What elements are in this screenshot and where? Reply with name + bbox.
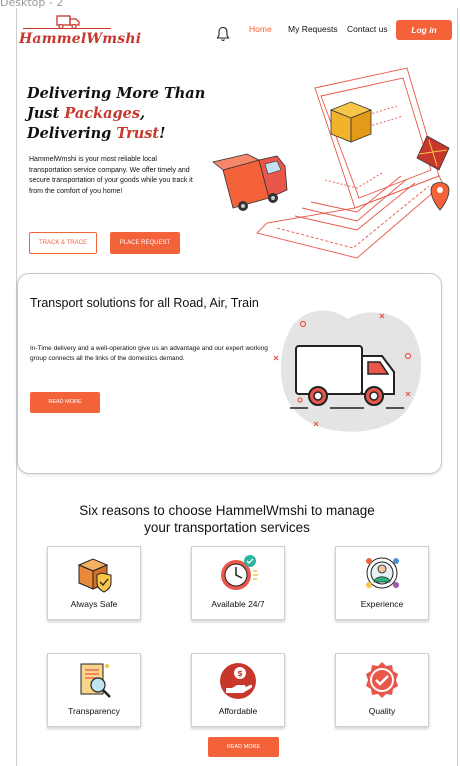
landing-page: HammelWmshi Home My Requests Contact us … [16, 8, 458, 766]
reason-label: Always Safe [70, 599, 118, 609]
transport-title: Transport solutions for all Road, Air, T… [30, 296, 259, 310]
nav-contact-us[interactable]: Contact us [347, 24, 388, 34]
hero-title-excl: ! [159, 125, 166, 142]
badge-check-icon [366, 662, 398, 698]
hero-title-packages: Packages [64, 105, 141, 122]
hero-title-trust: Trust [116, 125, 160, 142]
transport-read-more-button[interactable]: READ MORE [30, 392, 100, 413]
reason-label: Transparency [68, 706, 120, 716]
reason-card-experience[interactable]: Experience [335, 546, 429, 620]
track-trace-button[interactable]: TRACK & TRACE [29, 232, 97, 254]
reason-label: Experience [360, 599, 404, 609]
reason-card-available-24-7[interactable]: Available 24/7 [191, 546, 285, 620]
document-magnifier-icon [80, 663, 111, 698]
hero-title-line1: Delivering More Than [27, 85, 206, 102]
logo[interactable]: HammelWmshi [19, 14, 141, 48]
location-pin-icon [430, 182, 450, 211]
logo-underline [23, 28, 111, 29]
logo-text: HammelWmshi [19, 31, 142, 47]
transport-solutions-card: Transport solutions for all Road, Air, T… [17, 273, 442, 474]
clock-icon [221, 555, 258, 590]
box-shield-icon [77, 558, 112, 593]
person-network-icon [366, 557, 399, 589]
hero-title: Delivering More Than Just Packages, Deli… [27, 84, 217, 144]
svg-text:$: $ [237, 669, 243, 678]
reason-card-quality[interactable]: Quality [335, 653, 429, 727]
nav-my-requests[interactable]: My Requests [288, 24, 338, 34]
hero-title-just: Just [27, 105, 65, 122]
truck-illustration [273, 310, 422, 432]
login-button[interactable]: Log in [396, 20, 452, 40]
hero-title-delivering: Delivering [27, 125, 117, 142]
hero-title-comma: , [140, 105, 146, 122]
reason-card-affordable[interactable]: $ Affordable [191, 653, 285, 727]
reason-label: Affordable [218, 706, 258, 716]
bell-icon[interactable] [216, 26, 230, 42]
nav-home[interactable]: Home [249, 24, 272, 34]
reason-card-transparency[interactable]: Transparency [47, 653, 141, 727]
package-box-icon [329, 101, 373, 143]
reason-label: Quality [368, 706, 396, 716]
place-request-button[interactable]: PLACE REQUEST [110, 232, 180, 254]
hand-coin-icon: $ [220, 663, 256, 699]
laptop-delivery-illustration [212, 67, 450, 259]
delivery-truck-icon [212, 153, 288, 211]
reason-card-always-safe[interactable]: Always Safe [47, 546, 141, 620]
hero-description: HammelWmshi is your most reliable local … [29, 156, 193, 195]
transport-description: In-Time delivery and a well-operation gi… [30, 345, 268, 362]
reason-label: Available 24/7 [211, 599, 265, 609]
reasons-read-more-button[interactable]: READ MORE [208, 737, 279, 757]
reasons-title: Six reasons to choose HammelWmshi to man… [79, 503, 375, 535]
